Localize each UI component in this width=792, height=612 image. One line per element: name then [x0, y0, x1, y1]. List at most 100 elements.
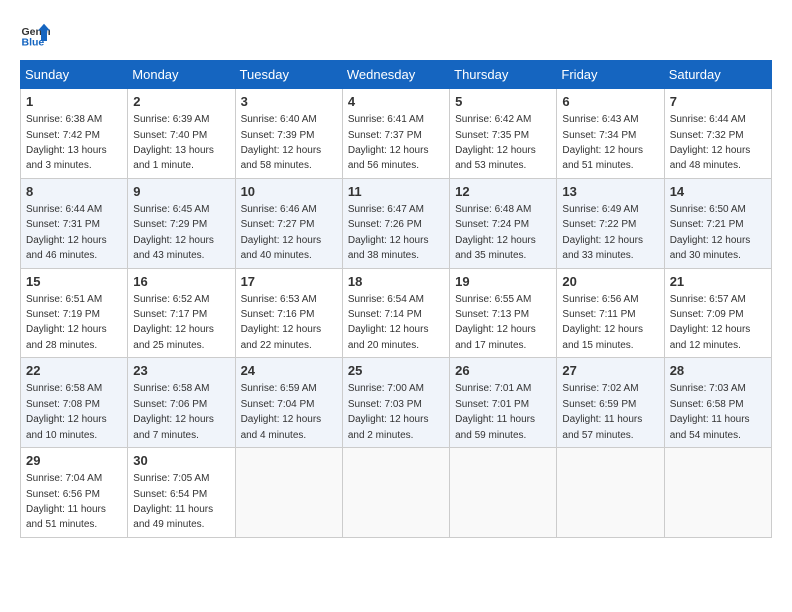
- sunrise-info: Sunrise: 7:05 AM: [133, 473, 209, 484]
- day-number: 22: [26, 362, 122, 380]
- sunset-info: Sunset: 7:26 PM: [348, 219, 422, 230]
- daylight-info: Daylight: 12 hours and 33 minutes.: [562, 235, 643, 261]
- col-header-sunday: Sunday: [21, 61, 128, 89]
- sunset-info: Sunset: 7:22 PM: [562, 219, 636, 230]
- calendar-cell: 5 Sunrise: 6:42 AM Sunset: 7:35 PM Dayli…: [450, 89, 557, 179]
- sunrise-info: Sunrise: 6:57 AM: [670, 294, 746, 305]
- daylight-info: Daylight: 12 hours and 17 minutes.: [455, 324, 536, 350]
- calendar-cell: [450, 448, 557, 538]
- sunset-info: Sunset: 7:01 PM: [455, 399, 529, 410]
- calendar-cell: 11 Sunrise: 6:47 AM Sunset: 7:26 PM Dayl…: [342, 178, 449, 268]
- daylight-info: Daylight: 12 hours and 7 minutes.: [133, 414, 214, 440]
- day-number: 9: [133, 183, 229, 201]
- daylight-info: Daylight: 12 hours and 10 minutes.: [26, 414, 107, 440]
- sunset-info: Sunset: 7:42 PM: [26, 130, 100, 141]
- sunset-info: Sunset: 7:08 PM: [26, 399, 100, 410]
- sunset-info: Sunset: 6:58 PM: [670, 399, 744, 410]
- daylight-info: Daylight: 12 hours and 35 minutes.: [455, 235, 536, 261]
- calendar-week-2: 8 Sunrise: 6:44 AM Sunset: 7:31 PM Dayli…: [21, 178, 772, 268]
- sunset-info: Sunset: 7:37 PM: [348, 130, 422, 141]
- day-number: 2: [133, 93, 229, 111]
- sunrise-info: Sunrise: 6:42 AM: [455, 114, 531, 125]
- calendar-cell: 17 Sunrise: 6:53 AM Sunset: 7:16 PM Dayl…: [235, 268, 342, 358]
- col-header-thursday: Thursday: [450, 61, 557, 89]
- calendar-week-1: 1 Sunrise: 6:38 AM Sunset: 7:42 PM Dayli…: [21, 89, 772, 179]
- sunrise-info: Sunrise: 6:58 AM: [26, 383, 102, 394]
- day-number: 12: [455, 183, 551, 201]
- day-number: 19: [455, 273, 551, 291]
- sunrise-info: Sunrise: 6:53 AM: [241, 294, 317, 305]
- calendar-cell: 4 Sunrise: 6:41 AM Sunset: 7:37 PM Dayli…: [342, 89, 449, 179]
- day-number: 6: [562, 93, 658, 111]
- sunset-info: Sunset: 7:09 PM: [670, 309, 744, 320]
- day-number: 8: [26, 183, 122, 201]
- sunrise-info: Sunrise: 6:47 AM: [348, 204, 424, 215]
- day-number: 5: [455, 93, 551, 111]
- day-number: 16: [133, 273, 229, 291]
- daylight-info: Daylight: 12 hours and 46 minutes.: [26, 235, 107, 261]
- calendar-cell: 19 Sunrise: 6:55 AM Sunset: 7:13 PM Dayl…: [450, 268, 557, 358]
- sunset-info: Sunset: 7:39 PM: [241, 130, 315, 141]
- sunset-info: Sunset: 7:31 PM: [26, 219, 100, 230]
- day-number: 24: [241, 362, 337, 380]
- sunrise-info: Sunrise: 6:52 AM: [133, 294, 209, 305]
- sunrise-info: Sunrise: 6:56 AM: [562, 294, 638, 305]
- day-number: 1: [26, 93, 122, 111]
- calendar-cell: 7 Sunrise: 6:44 AM Sunset: 7:32 PM Dayli…: [664, 89, 771, 179]
- day-number: 29: [26, 452, 122, 470]
- calendar-cell: [664, 448, 771, 538]
- sunset-info: Sunset: 7:19 PM: [26, 309, 100, 320]
- sunrise-info: Sunrise: 6:40 AM: [241, 114, 317, 125]
- daylight-info: Daylight: 12 hours and 48 minutes.: [670, 145, 751, 171]
- calendar-cell: 29 Sunrise: 7:04 AM Sunset: 6:56 PM Dayl…: [21, 448, 128, 538]
- sunset-info: Sunset: 7:17 PM: [133, 309, 207, 320]
- calendar-cell: 2 Sunrise: 6:39 AM Sunset: 7:40 PM Dayli…: [128, 89, 235, 179]
- daylight-info: Daylight: 12 hours and 40 minutes.: [241, 235, 322, 261]
- sunset-info: Sunset: 7:40 PM: [133, 130, 207, 141]
- day-number: 11: [348, 183, 444, 201]
- day-number: 3: [241, 93, 337, 111]
- daylight-info: Daylight: 11 hours and 59 minutes.: [455, 414, 535, 440]
- sunset-info: Sunset: 7:24 PM: [455, 219, 529, 230]
- sunset-info: Sunset: 7:11 PM: [562, 309, 635, 320]
- day-number: 27: [562, 362, 658, 380]
- sunset-info: Sunset: 7:27 PM: [241, 219, 315, 230]
- day-number: 21: [670, 273, 766, 291]
- calendar-cell: 1 Sunrise: 6:38 AM Sunset: 7:42 PM Dayli…: [21, 89, 128, 179]
- sunrise-info: Sunrise: 6:41 AM: [348, 114, 424, 125]
- day-number: 25: [348, 362, 444, 380]
- calendar-cell: 12 Sunrise: 6:48 AM Sunset: 7:24 PM Dayl…: [450, 178, 557, 268]
- sunrise-info: Sunrise: 6:54 AM: [348, 294, 424, 305]
- daylight-info: Daylight: 11 hours and 57 minutes.: [562, 414, 642, 440]
- daylight-info: Daylight: 12 hours and 4 minutes.: [241, 414, 322, 440]
- day-number: 13: [562, 183, 658, 201]
- day-number: 7: [670, 93, 766, 111]
- calendar-cell: 14 Sunrise: 6:50 AM Sunset: 7:21 PM Dayl…: [664, 178, 771, 268]
- day-number: 4: [348, 93, 444, 111]
- day-number: 14: [670, 183, 766, 201]
- sunset-info: Sunset: 7:29 PM: [133, 219, 207, 230]
- daylight-info: Daylight: 12 hours and 38 minutes.: [348, 235, 429, 261]
- calendar-cell: 26 Sunrise: 7:01 AM Sunset: 7:01 PM Dayl…: [450, 358, 557, 448]
- daylight-info: Daylight: 12 hours and 28 minutes.: [26, 324, 107, 350]
- day-number: 15: [26, 273, 122, 291]
- sunrise-info: Sunrise: 7:02 AM: [562, 383, 638, 394]
- calendar-cell: 16 Sunrise: 6:52 AM Sunset: 7:17 PM Dayl…: [128, 268, 235, 358]
- calendar-cell: 23 Sunrise: 6:58 AM Sunset: 7:06 PM Dayl…: [128, 358, 235, 448]
- calendar-cell: 21 Sunrise: 6:57 AM Sunset: 7:09 PM Dayl…: [664, 268, 771, 358]
- logo-icon: General Blue: [20, 20, 50, 50]
- sunset-info: Sunset: 7:06 PM: [133, 399, 207, 410]
- sunrise-info: Sunrise: 7:01 AM: [455, 383, 531, 394]
- sunrise-info: Sunrise: 7:03 AM: [670, 383, 746, 394]
- calendar-cell: [235, 448, 342, 538]
- daylight-info: Daylight: 11 hours and 51 minutes.: [26, 504, 106, 530]
- page-header: General Blue: [20, 20, 772, 50]
- calendar-cell: 9 Sunrise: 6:45 AM Sunset: 7:29 PM Dayli…: [128, 178, 235, 268]
- daylight-info: Daylight: 12 hours and 20 minutes.: [348, 324, 429, 350]
- sunset-info: Sunset: 7:35 PM: [455, 130, 529, 141]
- sunset-info: Sunset: 7:03 PM: [348, 399, 422, 410]
- sunset-info: Sunset: 6:56 PM: [26, 489, 100, 500]
- sunrise-info: Sunrise: 6:50 AM: [670, 204, 746, 215]
- sunrise-info: Sunrise: 6:44 AM: [26, 204, 102, 215]
- calendar-cell: 15 Sunrise: 6:51 AM Sunset: 7:19 PM Dayl…: [21, 268, 128, 358]
